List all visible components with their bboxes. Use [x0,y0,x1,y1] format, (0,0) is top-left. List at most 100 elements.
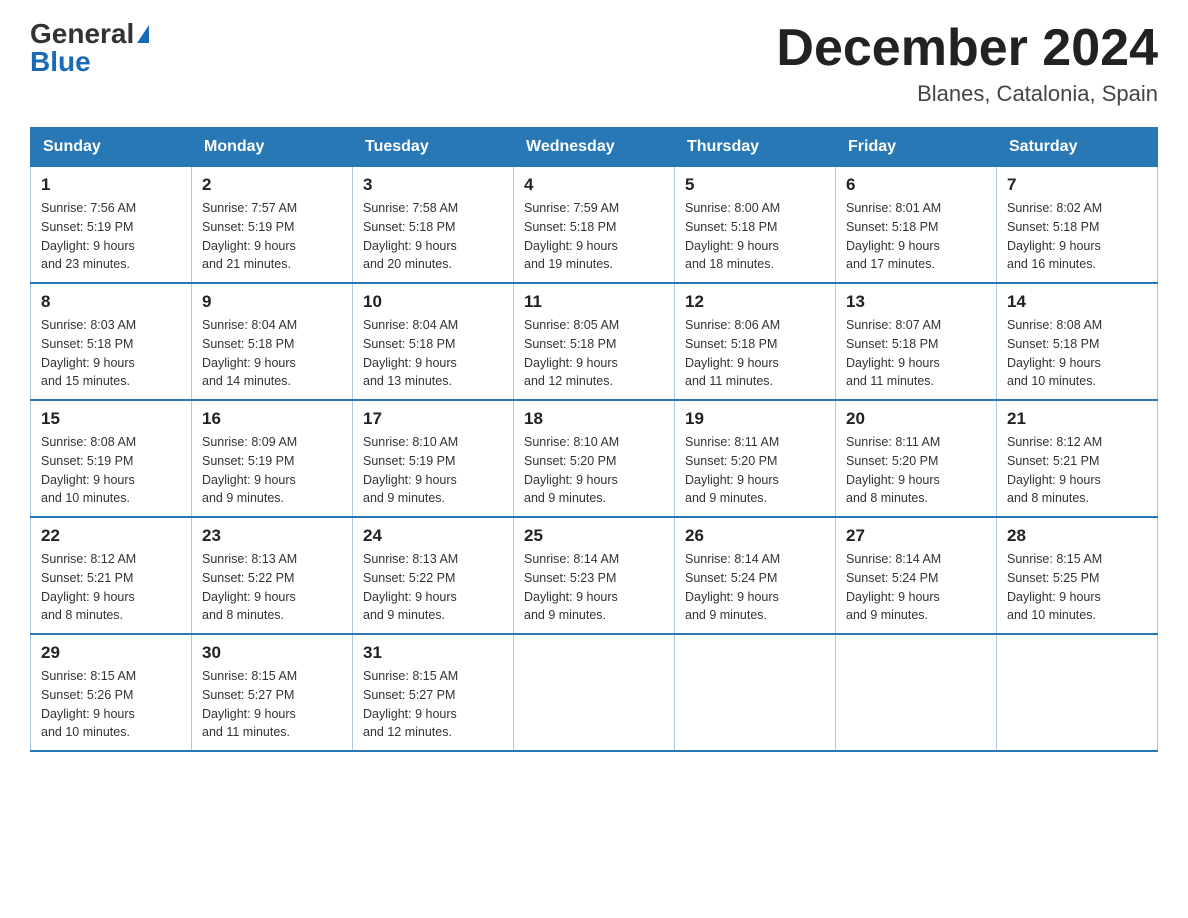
day-number: 21 [1007,409,1147,429]
day-info: Sunrise: 8:04 AMSunset: 5:18 PMDaylight:… [363,316,503,391]
table-row [514,634,675,751]
title-area: December 2024 Blanes, Catalonia, Spain [776,20,1158,107]
day-number: 23 [202,526,342,546]
day-info: Sunrise: 8:01 AMSunset: 5:18 PMDaylight:… [846,199,986,274]
table-row: 18 Sunrise: 8:10 AMSunset: 5:20 PMDaylig… [514,400,675,517]
day-info: Sunrise: 7:56 AMSunset: 5:19 PMDaylight:… [41,199,181,274]
day-info: Sunrise: 7:57 AMSunset: 5:19 PMDaylight:… [202,199,342,274]
day-number: 6 [846,175,986,195]
calendar-table: Sunday Monday Tuesday Wednesday Thursday… [30,127,1158,752]
day-number: 8 [41,292,181,312]
table-row: 20 Sunrise: 8:11 AMSunset: 5:20 PMDaylig… [836,400,997,517]
day-info: Sunrise: 8:12 AMSunset: 5:21 PMDaylight:… [1007,433,1147,508]
table-row: 1 Sunrise: 7:56 AMSunset: 5:19 PMDayligh… [31,167,192,284]
table-row: 23 Sunrise: 8:13 AMSunset: 5:22 PMDaylig… [192,517,353,634]
day-number: 3 [363,175,503,195]
day-number: 15 [41,409,181,429]
day-number: 29 [41,643,181,663]
month-title: December 2024 [776,20,1158,77]
calendar-week-row: 29 Sunrise: 8:15 AMSunset: 5:26 PMDaylig… [31,634,1158,751]
table-row: 21 Sunrise: 8:12 AMSunset: 5:21 PMDaylig… [997,400,1158,517]
day-info: Sunrise: 8:05 AMSunset: 5:18 PMDaylight:… [524,316,664,391]
table-row: 11 Sunrise: 8:05 AMSunset: 5:18 PMDaylig… [514,283,675,400]
day-number: 18 [524,409,664,429]
table-row: 31 Sunrise: 8:15 AMSunset: 5:27 PMDaylig… [353,634,514,751]
day-number: 1 [41,175,181,195]
day-info: Sunrise: 8:14 AMSunset: 5:24 PMDaylight:… [685,550,825,625]
day-info: Sunrise: 8:10 AMSunset: 5:19 PMDaylight:… [363,433,503,508]
day-info: Sunrise: 8:14 AMSunset: 5:23 PMDaylight:… [524,550,664,625]
day-number: 14 [1007,292,1147,312]
day-info: Sunrise: 8:11 AMSunset: 5:20 PMDaylight:… [846,433,986,508]
day-number: 9 [202,292,342,312]
table-row: 22 Sunrise: 8:12 AMSunset: 5:21 PMDaylig… [31,517,192,634]
table-row: 12 Sunrise: 8:06 AMSunset: 5:18 PMDaylig… [675,283,836,400]
day-info: Sunrise: 8:08 AMSunset: 5:18 PMDaylight:… [1007,316,1147,391]
calendar-week-row: 15 Sunrise: 8:08 AMSunset: 5:19 PMDaylig… [31,400,1158,517]
day-info: Sunrise: 8:14 AMSunset: 5:24 PMDaylight:… [846,550,986,625]
day-info: Sunrise: 8:03 AMSunset: 5:18 PMDaylight:… [41,316,181,391]
day-number: 11 [524,292,664,312]
day-number: 16 [202,409,342,429]
day-info: Sunrise: 8:10 AMSunset: 5:20 PMDaylight:… [524,433,664,508]
table-row: 19 Sunrise: 8:11 AMSunset: 5:20 PMDaylig… [675,400,836,517]
logo-blue-text: Blue [30,48,91,76]
logo-triangle-icon [137,25,149,43]
table-row: 5 Sunrise: 8:00 AMSunset: 5:18 PMDayligh… [675,167,836,284]
day-number: 17 [363,409,503,429]
day-info: Sunrise: 8:12 AMSunset: 5:21 PMDaylight:… [41,550,181,625]
day-info: Sunrise: 8:02 AMSunset: 5:18 PMDaylight:… [1007,199,1147,274]
table-row [836,634,997,751]
day-info: Sunrise: 8:15 AMSunset: 5:26 PMDaylight:… [41,667,181,742]
table-row: 17 Sunrise: 8:10 AMSunset: 5:19 PMDaylig… [353,400,514,517]
day-number: 19 [685,409,825,429]
day-info: Sunrise: 8:15 AMSunset: 5:27 PMDaylight:… [363,667,503,742]
table-row: 27 Sunrise: 8:14 AMSunset: 5:24 PMDaylig… [836,517,997,634]
day-number: 25 [524,526,664,546]
day-number: 24 [363,526,503,546]
day-number: 2 [202,175,342,195]
table-row: 28 Sunrise: 8:15 AMSunset: 5:25 PMDaylig… [997,517,1158,634]
day-info: Sunrise: 8:13 AMSunset: 5:22 PMDaylight:… [363,550,503,625]
day-info: Sunrise: 8:07 AMSunset: 5:18 PMDaylight:… [846,316,986,391]
page-header: General Blue December 2024 Blanes, Catal… [30,20,1158,107]
day-info: Sunrise: 8:15 AMSunset: 5:27 PMDaylight:… [202,667,342,742]
calendar-week-row: 1 Sunrise: 7:56 AMSunset: 5:19 PMDayligh… [31,167,1158,284]
col-sunday: Sunday [31,128,192,167]
day-number: 20 [846,409,986,429]
table-row: 8 Sunrise: 8:03 AMSunset: 5:18 PMDayligh… [31,283,192,400]
table-row: 15 Sunrise: 8:08 AMSunset: 5:19 PMDaylig… [31,400,192,517]
table-row: 25 Sunrise: 8:14 AMSunset: 5:23 PMDaylig… [514,517,675,634]
table-row: 29 Sunrise: 8:15 AMSunset: 5:26 PMDaylig… [31,634,192,751]
day-number: 26 [685,526,825,546]
table-row: 6 Sunrise: 8:01 AMSunset: 5:18 PMDayligh… [836,167,997,284]
day-number: 10 [363,292,503,312]
table-row: 13 Sunrise: 8:07 AMSunset: 5:18 PMDaylig… [836,283,997,400]
table-row: 14 Sunrise: 8:08 AMSunset: 5:18 PMDaylig… [997,283,1158,400]
col-friday: Friday [836,128,997,167]
day-number: 7 [1007,175,1147,195]
col-wednesday: Wednesday [514,128,675,167]
location-title: Blanes, Catalonia, Spain [776,81,1158,107]
table-row [675,634,836,751]
day-info: Sunrise: 8:06 AMSunset: 5:18 PMDaylight:… [685,316,825,391]
col-thursday: Thursday [675,128,836,167]
col-saturday: Saturday [997,128,1158,167]
day-info: Sunrise: 7:59 AMSunset: 5:18 PMDaylight:… [524,199,664,274]
table-row: 4 Sunrise: 7:59 AMSunset: 5:18 PMDayligh… [514,167,675,284]
day-number: 22 [41,526,181,546]
calendar-week-row: 22 Sunrise: 8:12 AMSunset: 5:21 PMDaylig… [31,517,1158,634]
table-row: 9 Sunrise: 8:04 AMSunset: 5:18 PMDayligh… [192,283,353,400]
table-row: 30 Sunrise: 8:15 AMSunset: 5:27 PMDaylig… [192,634,353,751]
table-row: 16 Sunrise: 8:09 AMSunset: 5:19 PMDaylig… [192,400,353,517]
day-info: Sunrise: 7:58 AMSunset: 5:18 PMDaylight:… [363,199,503,274]
col-tuesday: Tuesday [353,128,514,167]
day-info: Sunrise: 8:11 AMSunset: 5:20 PMDaylight:… [685,433,825,508]
day-info: Sunrise: 8:13 AMSunset: 5:22 PMDaylight:… [202,550,342,625]
table-row [997,634,1158,751]
day-number: 12 [685,292,825,312]
day-number: 31 [363,643,503,663]
table-row: 10 Sunrise: 8:04 AMSunset: 5:18 PMDaylig… [353,283,514,400]
table-row: 2 Sunrise: 7:57 AMSunset: 5:19 PMDayligh… [192,167,353,284]
calendar-header-row: Sunday Monday Tuesday Wednesday Thursday… [31,128,1158,167]
